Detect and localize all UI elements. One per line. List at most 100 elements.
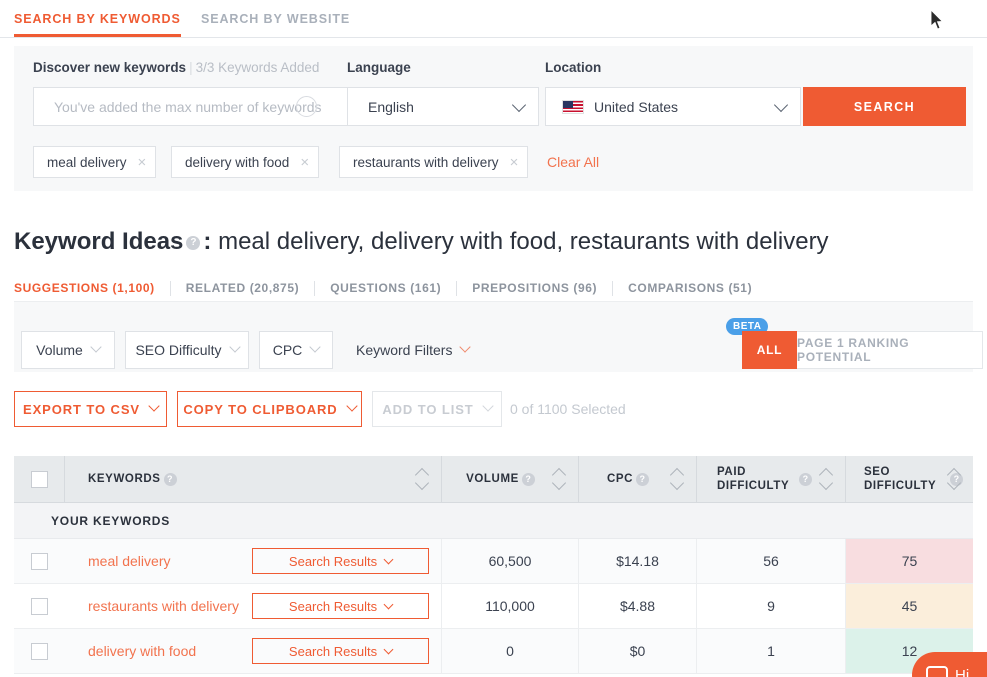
question-mark-icon[interactable]: ?: [163, 472, 177, 486]
tab-divider: [612, 280, 614, 296]
cell-seo-difficulty: 75: [846, 539, 973, 583]
search-button[interactable]: SEARCH: [803, 87, 966, 126]
keyword-link[interactable]: meal delivery: [88, 553, 170, 569]
row-select-cell[interactable]: [14, 539, 65, 583]
loading-spinner-icon: [296, 96, 317, 117]
tab-search-by-keywords[interactable]: SEARCH BY KEYWORDS: [14, 0, 181, 37]
filter-seo-difficulty[interactable]: SEO Difficulty: [125, 331, 249, 369]
export-to-csv-button[interactable]: EXPORT TO CSV: [14, 391, 167, 427]
row-checkbox[interactable]: [31, 642, 48, 660]
search-results-button[interactable]: Search Results: [252, 593, 429, 619]
close-icon[interactable]: ×: [510, 155, 519, 170]
keyword-link[interactable]: restaurants with delivery: [88, 598, 239, 614]
keyword-link[interactable]: delivery with food: [88, 643, 196, 659]
result-tab-bar: SUGGESTIONS (1,100) RELATED (20,875) QUE…: [14, 277, 752, 299]
column-header-cpc[interactable]: CPC ?: [579, 456, 697, 502]
keyword-pill[interactable]: meal delivery ×: [33, 146, 157, 178]
segment-all[interactable]: ALL: [742, 331, 797, 369]
clear-all-link[interactable]: Clear All: [547, 146, 599, 178]
sort-toggle-icon[interactable]: [946, 467, 962, 491]
cell-cpc: $0: [579, 629, 697, 673]
filter-keyword-filters[interactable]: Keyword Filters: [343, 331, 472, 369]
select-all-checkbox[interactable]: [30, 470, 48, 488]
cell-seo-difficulty: 45: [846, 584, 973, 628]
sort-toggle-icon[interactable]: [669, 467, 685, 491]
group-header-label: YOUR KEYWORDS: [51, 513, 171, 528]
keyword-pill-label: restaurants with delivery: [353, 154, 499, 170]
question-mark-icon[interactable]: ?: [521, 472, 535, 486]
tab-related[interactable]: RELATED (20,875): [186, 281, 299, 295]
discover-keywords-label: Discover new keywords | 3/3 Keywords Added: [33, 60, 319, 75]
search-results-button[interactable]: Search Results: [252, 548, 429, 574]
sort-toggle-icon[interactable]: [551, 467, 567, 491]
table-row[interactable]: delivery with food Search Results 0 $0 1…: [14, 629, 973, 674]
chevron-down-icon: [383, 644, 394, 654]
select-all-header[interactable]: [14, 456, 65, 502]
close-icon[interactable]: ×: [300, 155, 309, 170]
column-header-seo-difficulty[interactable]: SEO DIFFICULTY ?: [846, 456, 973, 502]
segment-page-1-ranking-potential[interactable]: PAGE 1 RANKING POTENTIAL: [797, 331, 983, 369]
column-header-keywords-label: KEYWORDS: [88, 472, 161, 485]
keywords-added-count: 3/3 Keywords Added: [195, 60, 320, 75]
tab-prepositions[interactable]: PREPOSITIONS (96): [472, 281, 597, 295]
chat-bubble-icon: [926, 665, 948, 677]
location-label: Location: [545, 60, 602, 75]
chevron-down-icon: [228, 341, 241, 353]
close-icon[interactable]: ×: [138, 155, 147, 170]
location-select[interactable]: United States: [545, 87, 801, 126]
tab-questions[interactable]: QUESTIONS (161): [330, 281, 441, 295]
language-select[interactable]: English: [347, 87, 539, 126]
cell-keyword: delivery with food Search Results: [65, 629, 442, 673]
search-results-label: Search Results: [288, 553, 378, 569]
chat-widget-button[interactable]: Hi: [912, 652, 987, 677]
row-select-cell[interactable]: [14, 629, 65, 673]
tab-suggestions[interactable]: SUGGESTIONS (1,100): [14, 281, 155, 295]
copy-to-clipboard-button[interactable]: COPY TO CLIPBOARD: [177, 391, 362, 427]
top-tab-bar: SEARCH BY KEYWORDS SEARCH BY WEBSITE: [0, 0, 987, 38]
column-header-volume[interactable]: VOLUME ?: [442, 456, 579, 502]
chevron-down-icon: [90, 341, 102, 353]
search-results-button[interactable]: Search Results: [252, 638, 429, 664]
page-title-separator: :: [203, 228, 212, 255]
cell-volume: 110,000: [442, 584, 579, 628]
question-mark-icon[interactable]: ?: [799, 472, 813, 486]
search-results-label: Search Results: [288, 643, 378, 659]
tab-comparisons[interactable]: COMPARISONS (51): [628, 281, 752, 295]
table-row[interactable]: restaurants with delivery Search Results…: [14, 584, 973, 629]
column-header-cpc-label: CPC: [606, 472, 634, 485]
chevron-down-icon: [309, 341, 321, 353]
column-header-paid-difficulty[interactable]: PAID DIFFICULTY ?: [697, 456, 846, 502]
question-mark-icon[interactable]: ?: [636, 472, 650, 486]
language-select-value: English: [368, 98, 414, 115]
column-header-seo-difficulty-label: SEO DIFFICULTY: [864, 465, 937, 492]
row-checkbox[interactable]: [31, 552, 48, 570]
row-checkbox[interactable]: [31, 597, 48, 615]
column-header-paid-difficulty-label: PAID DIFFICULTY: [717, 465, 790, 492]
filter-cpc[interactable]: CPC: [259, 331, 333, 369]
table-row[interactable]: meal delivery Search Results 60,500 $14.…: [14, 539, 973, 584]
filter-cpc-label: CPC: [272, 342, 303, 358]
cell-cpc: $4.88: [579, 584, 697, 628]
column-header-keywords[interactable]: KEYWORDS ?: [65, 456, 442, 502]
cell-paid-difficulty: 56: [697, 539, 846, 583]
keyword-pill[interactable]: delivery with food ×: [171, 146, 320, 178]
selected-count: 0 of 1100 Selected: [510, 401, 626, 417]
cell-paid-difficulty: 9: [697, 584, 846, 628]
search-panel: Discover new keywords | 3/3 Keywords Added…: [14, 46, 973, 191]
cell-volume: 0: [442, 629, 579, 673]
question-mark-icon[interactable]: ?: [186, 236, 201, 250]
add-to-list-label: ADD TO LIST: [382, 401, 474, 417]
row-select-cell[interactable]: [14, 584, 65, 628]
filter-volume[interactable]: Volume: [21, 331, 115, 369]
filter-keyword-filters-label: Keyword Filters: [356, 342, 453, 358]
add-to-list-button[interactable]: ADD TO LIST: [372, 391, 502, 427]
sort-toggle-icon[interactable]: [818, 467, 834, 491]
cell-keyword: meal delivery Search Results: [65, 539, 442, 583]
cell-keyword: restaurants with delivery Search Results: [65, 584, 442, 628]
tab-search-by-website[interactable]: SEARCH BY WEBSITE: [201, 0, 350, 37]
keyword-pill[interactable]: restaurants with delivery ×: [339, 146, 529, 178]
sort-toggle-icon[interactable]: [414, 467, 430, 491]
keyword-pill-label: delivery with food: [185, 154, 290, 170]
chevron-down-icon: [148, 400, 160, 412]
search-results-label: Search Results: [288, 598, 378, 614]
